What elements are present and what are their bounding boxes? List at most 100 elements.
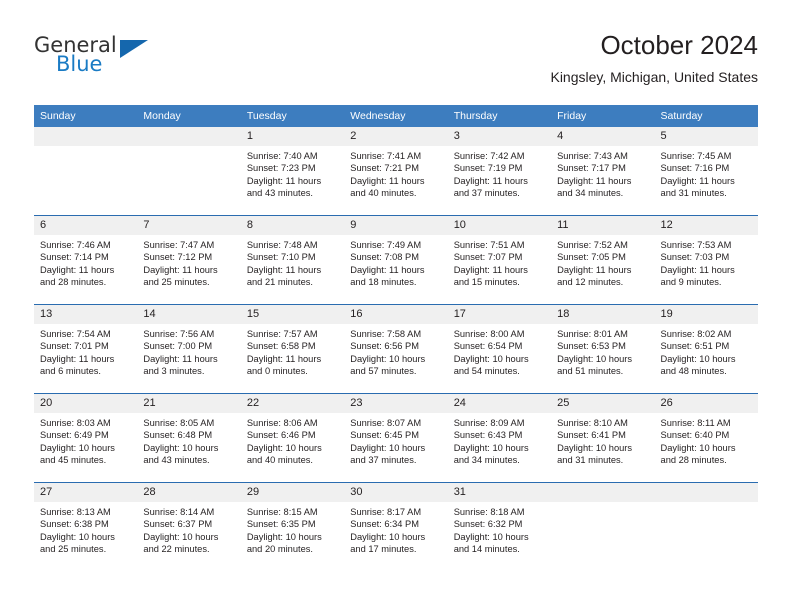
sunrise-text: Sunrise: 8:17 AM: [350, 507, 422, 517]
daylight-text-line2: and 54 minutes.: [453, 366, 520, 377]
day-details: Sunrise: 7:54 AM Sunset: 7:01 PM Daylight:…: [34, 324, 137, 378]
daylight-text-line1: Daylight: 10 hours: [660, 442, 736, 453]
calendar-day-cell[interactable]: 15 Sunrise: 7:57 AM Sunset: 6:58 PM Dayligh…: [240, 304, 345, 394]
calendar-day-cell[interactable]: 5 Sunrise: 7:45 AM Sunset: 7:16 PM Daylight…: [654, 127, 758, 216]
calendar-day-cell[interactable]: 24 Sunrise: 8:09 AM Sunset: 6:43 PM Dayligh…: [447, 393, 552, 483]
calendar-day-cell[interactable]: 6 Sunrise: 7:46 AM Sunset: 7:14 PM Daylight…: [34, 215, 138, 305]
calendar-week-row: 27 Sunrise: 8:13 AM Sunset: 6:38 PM Dayligh…: [34, 482, 758, 571]
day-details: Sunrise: 8:03 AM Sunset: 6:49 PM Daylight:…: [34, 413, 137, 467]
daylight-text-line1: Daylight: 10 hours: [350, 353, 426, 364]
sunset-text: Sunset: 6:41 PM: [557, 430, 626, 441]
daylight-text-line1: Daylight: 11 hours: [246, 264, 322, 275]
calendar-day-cell[interactable]: 22 Sunrise: 8:06 AM Sunset: 6:46 PM Dayligh…: [240, 393, 345, 483]
calendar-empty-cell: [654, 482, 758, 571]
daylight-text-line2: and 15 minutes.: [453, 277, 520, 288]
calendar-day-cell[interactable]: 27 Sunrise: 8:13 AM Sunset: 6:38 PM Dayligh…: [34, 482, 138, 571]
calendar-day-cell[interactable]: 29 Sunrise: 8:15 AM Sunset: 6:35 PM Dayligh…: [240, 482, 345, 571]
calendar-day-cell[interactable]: 20 Sunrise: 8:03 AM Sunset: 6:49 PM Dayligh…: [34, 393, 138, 483]
sunset-text: Sunset: 6:54 PM: [453, 341, 523, 352]
sunset-text: Sunset: 6:45 PM: [350, 430, 419, 441]
calendar-day-cell[interactable]: 26 Sunrise: 8:11 AM Sunset: 6:40 PM Dayligh…: [654, 393, 758, 483]
daylight-text-line2: and 40 minutes.: [246, 455, 313, 466]
day-details: Sunrise: 8:17 AM Sunset: 6:34 PM Daylight:…: [344, 502, 447, 556]
sunset-text: Sunset: 6:49 PM: [40, 430, 109, 441]
daylight-text-line1: Daylight: 11 hours: [143, 353, 218, 364]
daylight-text-line2: and 34 minutes.: [453, 455, 520, 466]
calendar-day-cell[interactable]: 25 Sunrise: 8:10 AM Sunset: 6:41 PM Dayligh…: [551, 393, 655, 483]
daylight-text-line1: Daylight: 10 hours: [453, 353, 529, 364]
daylight-text-line2: and 14 minutes.: [453, 544, 520, 555]
calendar-day-cell[interactable]: 14 Sunrise: 7:56 AM Sunset: 7:00 PM Dayligh…: [137, 304, 241, 394]
sunset-text: Sunset: 7:21 PM: [350, 163, 419, 174]
sunset-text: Sunset: 6:37 PM: [143, 519, 213, 530]
calendar-day-cell[interactable]: 10 Sunrise: 7:51 AM Sunset: 7:07 PM Dayligh…: [447, 215, 552, 305]
day-details: Sunrise: 8:15 AM Sunset: 6:35 PM Daylight:…: [241, 502, 344, 556]
day-details: Sunrise: 8:13 AM Sunset: 6:38 PM Daylight:…: [34, 502, 137, 556]
calendar-day-cell[interactable]: 7 Sunrise: 7:47 AM Sunset: 7:12 PM Daylight…: [137, 215, 241, 305]
sunset-text: Sunset: 7:14 PM: [40, 252, 109, 263]
daylight-text-line1: Daylight: 11 hours: [40, 264, 115, 275]
calendar-day-cell[interactable]: 23 Sunrise: 8:07 AM Sunset: 6:45 PM Dayligh…: [344, 393, 448, 483]
calendar-day-cell[interactable]: 30 Sunrise: 8:17 AM Sunset: 6:34 PM Dayligh…: [344, 482, 448, 571]
daylight-text-line2: and 28 minutes.: [660, 455, 727, 466]
daylight-text-line2: and 40 minutes.: [350, 188, 417, 199]
sunrise-text: Sunrise: 8:13 AM: [40, 507, 111, 517]
day-number: 3: [447, 127, 552, 146]
calendar-day-cell[interactable]: 28 Sunrise: 8:14 AM Sunset: 6:37 PM Dayligh…: [137, 482, 241, 571]
daylight-text-line2: and 6 minutes.: [40, 366, 101, 377]
daylight-text-line2: and 22 minutes.: [143, 544, 210, 555]
sunrise-text: Sunrise: 8:03 AM: [40, 418, 111, 428]
daylight-text-line2: and 51 minutes.: [557, 366, 624, 377]
title-block: October 2024 Kingsley, Michigan, United …: [550, 28, 758, 88]
calendar-body: 1 Sunrise: 7:40 AM Sunset: 7:23 PM Daylight…: [34, 127, 758, 571]
daylight-text-line1: Daylight: 10 hours: [660, 353, 736, 364]
day-number: 23: [344, 394, 448, 413]
calendar-day-cell[interactable]: 17 Sunrise: 8:00 AM Sunset: 6:54 PM Dayligh…: [447, 304, 552, 394]
calendar-day-cell[interactable]: 13 Sunrise: 7:54 AM Sunset: 7:01 PM Dayligh…: [34, 304, 138, 394]
calendar-day-cell[interactable]: 9 Sunrise: 7:49 AM Sunset: 7:08 PM Daylight…: [344, 215, 448, 305]
calendar-day-cell[interactable]: 3 Sunrise: 7:42 AM Sunset: 7:19 PM Daylight…: [447, 127, 552, 216]
sunrise-text: Sunrise: 8:00 AM: [453, 329, 525, 339]
calendar-day-cell[interactable]: 19 Sunrise: 8:02 AM Sunset: 6:51 PM Dayligh…: [654, 304, 758, 394]
day-number: 17: [447, 305, 552, 324]
sunset-text: Sunset: 7:05 PM: [557, 252, 626, 263]
logo-triangle-icon: [120, 40, 148, 58]
sunrise-text: Sunrise: 7:56 AM: [143, 329, 215, 339]
calendar-day-cell[interactable]: 21 Sunrise: 8:05 AM Sunset: 6:48 PM Dayligh…: [137, 393, 241, 483]
sunset-text: Sunset: 7:10 PM: [246, 252, 316, 263]
daylight-text-line2: and 31 minutes.: [660, 188, 727, 199]
sunset-text: Sunset: 7:16 PM: [660, 163, 730, 174]
daylight-text-line2: and 31 minutes.: [557, 455, 624, 466]
day-number: 18: [551, 305, 655, 324]
calendar-day-cell[interactable]: 8 Sunrise: 7:48 AM Sunset: 7:10 PM Daylight…: [240, 215, 345, 305]
sunset-text: Sunset: 7:17 PM: [557, 163, 626, 174]
weekday-header-wednesday: Wednesday: [344, 105, 448, 127]
day-details: Sunrise: 8:06 AM Sunset: 6:46 PM Daylight:…: [241, 413, 344, 467]
calendar-day-cell[interactable]: 16 Sunrise: 7:58 AM Sunset: 6:56 PM Dayligh…: [344, 304, 448, 394]
daylight-text-line1: Daylight: 10 hours: [246, 531, 322, 542]
daylight-text-line1: Daylight: 11 hours: [660, 264, 735, 275]
calendar-day-cell[interactable]: 31 Sunrise: 8:18 AM Sunset: 6:32 PM Dayligh…: [447, 482, 552, 571]
calendar-day-cell[interactable]: 2 Sunrise: 7:41 AM Sunset: 7:21 PM Daylight…: [344, 127, 448, 216]
calendar-day-cell[interactable]: 18 Sunrise: 8:01 AM Sunset: 6:53 PM Dayligh…: [551, 304, 655, 394]
daylight-text-line2: and 25 minutes.: [143, 277, 210, 288]
calendar-week-row: 13 Sunrise: 7:54 AM Sunset: 7:01 PM Dayligh…: [34, 304, 758, 394]
daylight-text-line1: Daylight: 11 hours: [453, 175, 528, 186]
calendar-day-cell[interactable]: 11 Sunrise: 7:52 AM Sunset: 7:05 PM Dayligh…: [551, 215, 655, 305]
calendar-day-cell[interactable]: 12 Sunrise: 7:53 AM Sunset: 7:03 PM Dayligh…: [654, 215, 758, 305]
sunset-text: Sunset: 6:46 PM: [246, 430, 316, 441]
sunrise-text: Sunrise: 8:14 AM: [143, 507, 215, 517]
daylight-text-line2: and 34 minutes.: [557, 188, 624, 199]
general-blue-logo[interactable]: General Blue: [34, 34, 154, 82]
calendar-day-cell[interactable]: 1 Sunrise: 7:40 AM Sunset: 7:23 PM Daylight…: [240, 127, 345, 216]
calendar-day-cell[interactable]: 4 Sunrise: 7:43 AM Sunset: 7:17 PM Daylight…: [551, 127, 655, 216]
daylight-text-line2: and 0 minutes.: [246, 366, 308, 377]
day-number: 8: [240, 216, 345, 235]
day-details: Sunrise: 8:09 AM Sunset: 6:43 PM Daylight:…: [448, 413, 551, 467]
calendar-header-row: Sunday Monday Tuesday Wednesday Thursday…: [34, 105, 758, 127]
day-number: 6: [34, 216, 138, 235]
day-details: Sunrise: 7:46 AM Sunset: 7:14 PM Daylight:…: [34, 235, 137, 289]
day-number: 7: [137, 216, 241, 235]
day-details: Sunrise: 7:58 AM Sunset: 6:56 PM Daylight:…: [344, 324, 447, 378]
sunrise-text: Sunrise: 8:15 AM: [246, 507, 318, 517]
